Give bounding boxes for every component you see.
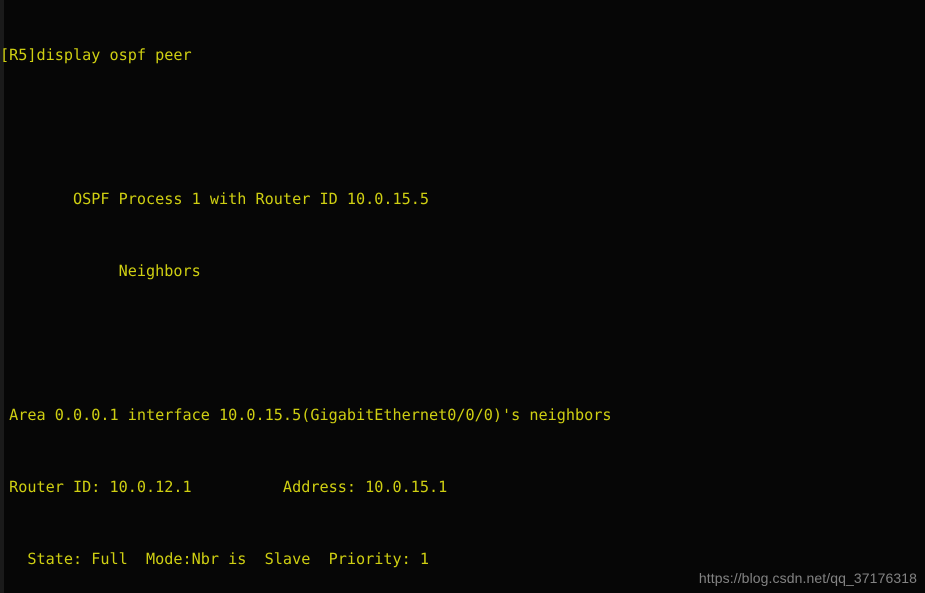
terminal-line: [R5]display ospf peer [0,46,192,65]
terminal-window[interactable]: [R5]display ospf peer OSPF Process 1 wit… [0,0,925,593]
terminal-line-ospf-process: OSPF Process 1 with Router ID 10.0.15.5 [0,190,429,209]
terminal-line-router-id: Router ID: 10.0.12.1 Address: 10.0.15.1 [0,478,448,497]
terminal-line-state: State: Full Mode:Nbr is Slave Priority: … [0,550,429,569]
terminal-cursor [8,578,19,581]
terminal-line-area-interface: Area 0.0.0.1 interface 10.0.15.5(Gigabit… [0,406,612,425]
terminal-output[interactable]: [R5]display ospf peer OSPF Process 1 wit… [0,15,925,593]
terminal-line-neighbors-heading: Neighbors [0,262,201,281]
watermark-text: https://blog.csdn.net/qq_37176318 [698,570,917,586]
